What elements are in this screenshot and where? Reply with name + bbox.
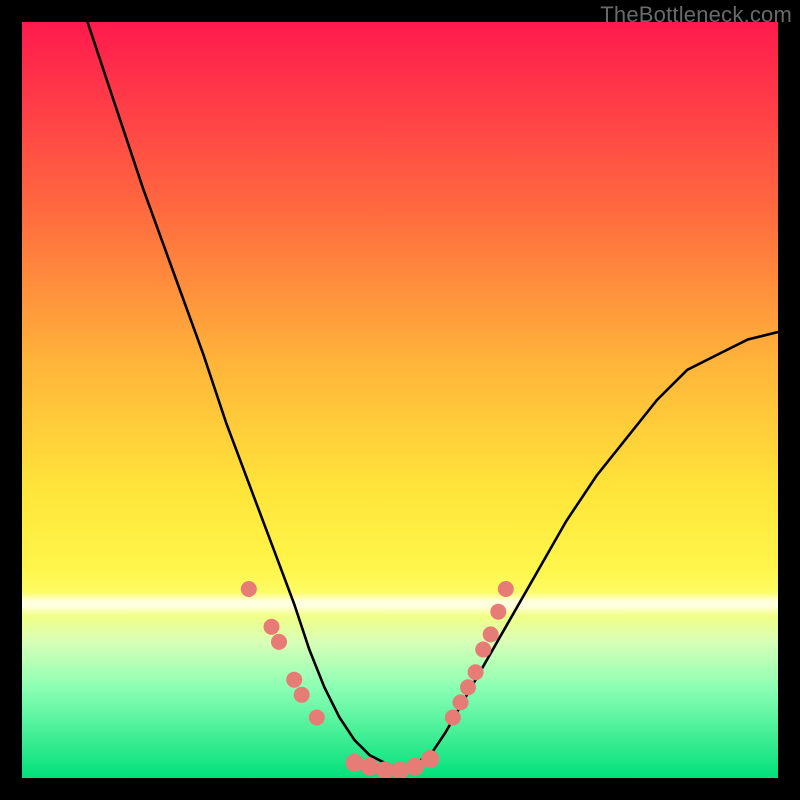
bottleneck-curve	[83, 22, 779, 770]
marker-left	[271, 634, 287, 650]
data-markers	[241, 581, 514, 778]
marker-bottom	[361, 758, 379, 776]
marker-left	[294, 687, 310, 703]
chart-frame: TheBottleneck.com	[0, 0, 800, 800]
plot-area	[22, 22, 778, 778]
marker-bottom	[391, 761, 409, 778]
marker-left	[264, 619, 280, 635]
marker-right	[460, 679, 476, 695]
marker-left	[286, 672, 302, 688]
marker-right	[475, 642, 491, 658]
marker-bottom	[421, 750, 439, 768]
marker-right	[483, 626, 499, 642]
marker-right	[445, 710, 461, 726]
marker-left	[309, 710, 325, 726]
marker-bottom	[346, 754, 364, 772]
marker-right	[498, 581, 514, 597]
marker-right	[490, 604, 506, 620]
marker-left	[241, 581, 257, 597]
marker-right	[453, 694, 469, 710]
marker-right	[468, 664, 484, 680]
chart-svg	[22, 22, 778, 778]
